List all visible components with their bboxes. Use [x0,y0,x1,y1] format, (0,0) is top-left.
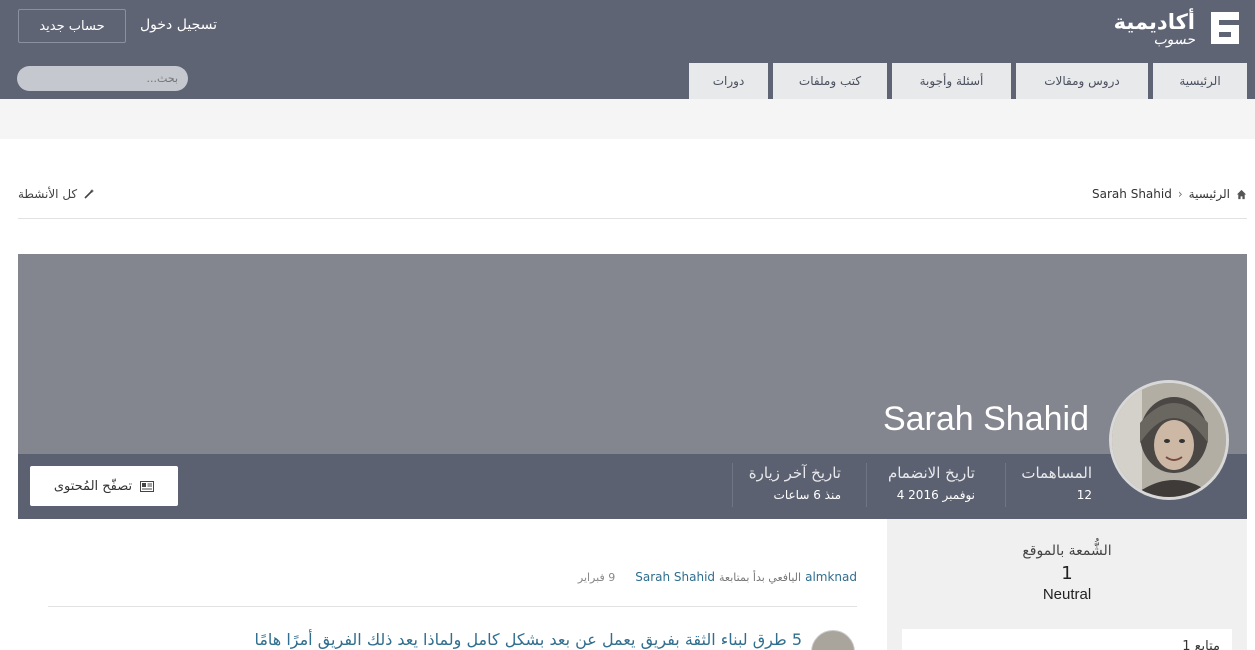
browse-content-label: تصفّح المُحتوى [53,478,133,494]
profile-sidebar: الشُّمعة بالموقع 1 Neutral 1 متابع [887,519,1247,650]
followers-card: 1 متابع [902,629,1232,650]
main-nav: الرئيسية دروس ومقالات أسئلة وأجوبة كتب و… [689,63,1247,99]
breadcrumb-home[interactable]: الرئيسية [1189,187,1230,201]
article-title-link[interactable]: 5 طرق لبناء الثقة بفريق يعمل عن بعد بشكل… [254,630,802,649]
browse-content-button[interactable]: تصفّح المُحتوى [30,466,178,506]
nav-item-home[interactable]: الرئيسية [1153,63,1247,99]
feed-divider [48,606,857,607]
hsoub-logo-icon [1211,12,1239,44]
nav-item-books[interactable]: كتب وملفات [773,63,887,99]
stat-separator [866,463,867,507]
avatar-photo [1112,383,1226,497]
activity-action-text: اليافعي بدأ بمتابعة [719,570,802,584]
stat-label: المساهمات [1021,464,1092,482]
stat-value: 4 نوفمبر 2016 [896,488,975,502]
reputation-value: 1 [1061,563,1073,584]
login-link[interactable]: تسجيل دخول [140,14,217,36]
stat-label: تاريخ آخر زيارة [748,464,841,482]
stat-separator [1005,463,1006,507]
stat-label: تاريخ الانضمام [887,464,975,482]
breadcrumb: الرئيسية ‹ Sarah Shahid [1092,185,1247,203]
sub-header-bar [0,99,1255,139]
magic-wand-icon [84,189,95,199]
stat-joined: تاريخ الانضمام 4 نوفمبر 2016 [888,464,975,502]
stat-value: 12 [1076,488,1092,502]
profile-avatar[interactable] [1109,380,1229,500]
stat-value: منذ 6 ساعات [773,488,841,502]
stat-separator [732,463,733,507]
breadcrumb-divider [18,218,1247,219]
nav-item-articles[interactable]: دروس ومقالات [1016,63,1148,99]
nav-item-courses[interactable]: دورات [689,63,768,99]
activity-item: almknad اليافعي بدأ بمتابعة Sarah Shahid… [578,568,857,586]
chevron-left-icon: ‹ [1177,187,1183,201]
site-header: أكاديمية حسوب حساب جديد تسجيل دخول الرئي… [0,0,1255,99]
newspaper-icon [140,480,155,492]
all-activity-link[interactable]: كل الأنشطة [18,185,95,203]
profile-name: Sarah Shahid [882,400,1089,438]
site-logo[interactable]: أكاديمية حسوب [1109,8,1245,50]
search-input[interactable] [33,72,178,85]
nav-item-questions[interactable]: أسئلة وأجوبة [892,63,1011,99]
register-button[interactable]: حساب جديد [18,9,126,43]
activity-actor-link[interactable]: almknad [805,570,857,584]
article-author-avatar[interactable] [811,630,855,650]
followers-count[interactable]: 1 متابع [1182,639,1220,650]
reputation-label: Neutral [1042,586,1092,603]
logo-text-sub: حسوب [1153,32,1195,48]
stat-last-visit: تاريخ آخر زيارة منذ 6 ساعات [749,464,841,502]
all-activity-label: كل الأنشطة [18,187,78,201]
home-icon[interactable] [1236,189,1247,200]
logo-text-main: أكاديمية [1113,10,1195,34]
stat-contributions: المساهمات 12 [1021,464,1092,502]
activity-date: 9 فبراير [577,570,616,584]
reputation-title: الشُّمعة بالموقع [1022,543,1112,559]
search-box [17,66,188,91]
breadcrumb-current: Sarah Shahid [1092,187,1172,201]
activity-target-link[interactable]: Sarah Shahid [635,570,715,584]
